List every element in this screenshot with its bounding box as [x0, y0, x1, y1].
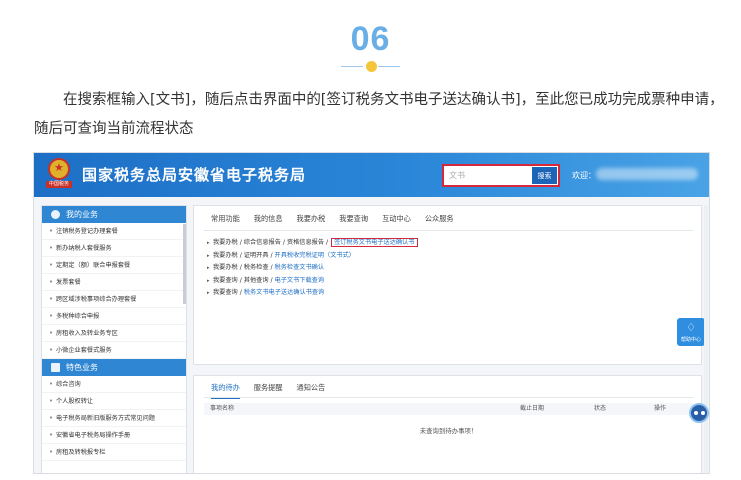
result-path: 我要办税 / 证明开具 / — [213, 251, 275, 259]
result-path: 我要查询 / 其他查询 / — [213, 276, 275, 284]
step-divider-right — [378, 66, 400, 67]
portal-header: ★ 中国税务 国家税务总局安徽省电子税务局 搜索 欢迎： — [34, 153, 709, 197]
column-action: 操作 — [654, 405, 667, 412]
result-item: 我要办税 / 证明开具 / 开具税收完税证明（文书式） — [207, 250, 418, 263]
tab-public-service[interactable]: 公众服务 — [425, 214, 454, 224]
result-path: 我要办税 / 税务检查 / — [213, 264, 275, 271]
tab-common[interactable]: 常用功能 — [211, 214, 240, 224]
empty-todo-message: 未查询到待办事项！ — [419, 427, 478, 435]
instruction-text: 在搜索框输入[文书]，随后点击界面中的[签订税务文书电子送达确认书]，至此您已成… — [34, 92, 724, 137]
portal-screenshot: ★ 中国税务 国家税务总局安徽省电子税务局 搜索 欢迎： 我的业务 注销税务登记… — [33, 152, 710, 474]
column-status: 状态 — [594, 405, 607, 412]
sidebar-item[interactable]: 个人股权转让 — [42, 393, 186, 410]
search-input[interactable] — [446, 168, 530, 183]
sidebar-section-special-business[interactable]: 特色业务 — [42, 359, 186, 376]
search-result-list: 我要办税 / 综合信息报告 / 资格信息报告 / 签订税务文书电子送达确认书 我… — [207, 237, 418, 300]
page-scrollbar[interactable] — [704, 205, 708, 473]
sidebar-item[interactable]: 综合咨询 — [42, 376, 186, 393]
sidebar-item[interactable]: 安徽省电子税务局操作手册 — [42, 427, 186, 444]
sidebar-item[interactable]: 跨区域涉税事项综合办理套餐 — [42, 291, 186, 308]
result-item: 我要查询 / 其他查询 / 电子文书下载查询 — [207, 275, 418, 288]
portal-title: 国家税务总局安徽省电子税务局 — [82, 166, 307, 184]
result-link[interactable]: 电子文书下载查询 — [275, 277, 325, 284]
help-icon: ♢ — [686, 321, 696, 334]
chat-assistant-icon[interactable] — [689, 403, 709, 423]
main-tabs: 常用功能 我的信息 我要办税 我要查询 互动中心 公众服务 — [211, 214, 468, 224]
search-results-panel: 常用功能 我的信息 我要办税 我要查询 互动中心 公众服务 我要办税 / 综合信… — [193, 205, 702, 365]
sign-document-confirmation-link[interactable]: 签订税务文书电子送达确认书 — [331, 238, 418, 247]
tab-handle-tax[interactable]: 我要办税 — [297, 214, 326, 224]
user-name-redacted — [596, 168, 698, 180]
sidebar: 我的业务 注销税务登记办理套餐 新办纳税人套餐服务 定期定（额）联合申报套餐 发… — [41, 205, 187, 473]
result-link[interactable]: 税务检查文书确认 — [275, 264, 325, 271]
search-box: 搜索 — [442, 164, 560, 187]
sidebar-item[interactable]: 电子税务局新旧版服务方式常见问题 — [42, 410, 186, 427]
result-path: 我要查询 / — [213, 289, 244, 296]
column-item-name: 事项名称 — [210, 405, 235, 412]
tax-emblem-icon: ★ 中国税务 — [46, 158, 72, 188]
result-link[interactable]: 开具税收完税证明（文书式） — [275, 252, 355, 259]
sidebar-item[interactable]: 定期定（额）联合申报套餐 — [42, 257, 186, 274]
sidebar-scrollbar[interactable] — [183, 224, 186, 304]
special-business-icon — [51, 363, 60, 372]
step-number: 06 — [350, 20, 391, 58]
tab-my-info[interactable]: 我的信息 — [254, 214, 283, 224]
todo-table-header: 事项名称 截止日期 状态 操作 — [204, 403, 693, 415]
tab-query[interactable]: 我要查询 — [339, 214, 368, 224]
sidebar-item[interactable]: 发票套餐 — [42, 274, 186, 291]
todo-panel: 我的待办 服务提醒 通知公告 事项名称 截止日期 状态 操作 未查询到待办事项！ — [193, 375, 702, 473]
help-center-button[interactable]: ♢ 帮助中心 — [677, 318, 705, 346]
step-divider-left — [341, 66, 363, 67]
result-item: 我要查询 / 税务文书电子送达确认书查询 — [207, 287, 418, 300]
sidebar-item[interactable]: 房租收入及转业务专区 — [42, 325, 186, 342]
sidebar-section-label: 特色业务 — [66, 363, 98, 372]
tab-interaction[interactable]: 互动中心 — [382, 214, 411, 224]
step-dot — [366, 61, 377, 72]
result-link[interactable]: 税务文书电子送达确认书查询 — [244, 289, 324, 296]
welcome-label: 欢迎： — [572, 171, 596, 180]
sidebar-item[interactable]: 多税种综合申报 — [42, 308, 186, 325]
help-label: 帮助中心 — [680, 337, 701, 343]
business-icon — [51, 210, 60, 219]
sidebar-section-label: 我的业务 — [66, 210, 98, 219]
result-path: 我要办税 / 综合信息报告 / 资格信息报告 / — [213, 239, 331, 246]
sidebar-item[interactable]: 房租及转税报专栏 — [42, 444, 186, 461]
search-button[interactable]: 搜索 — [532, 167, 557, 184]
result-item: 我要办税 / 税务检查 / 税务检查文书确认 — [207, 262, 418, 275]
sidebar-item[interactable]: 小微企业套餐式服务 — [42, 342, 186, 359]
sidebar-section-my-business[interactable]: 我的业务 — [42, 206, 186, 223]
todo-divider — [204, 397, 693, 398]
tab-divider — [204, 230, 693, 231]
column-deadline: 截止日期 — [520, 405, 545, 412]
sidebar-item[interactable]: 注销税务登记办理套餐 — [42, 223, 186, 240]
sidebar-item[interactable]: 新办纳税人套餐服务 — [42, 240, 186, 257]
result-item: 我要办税 / 综合信息报告 / 资格信息报告 / 签订税务文书电子送达确认书 — [207, 237, 418, 250]
